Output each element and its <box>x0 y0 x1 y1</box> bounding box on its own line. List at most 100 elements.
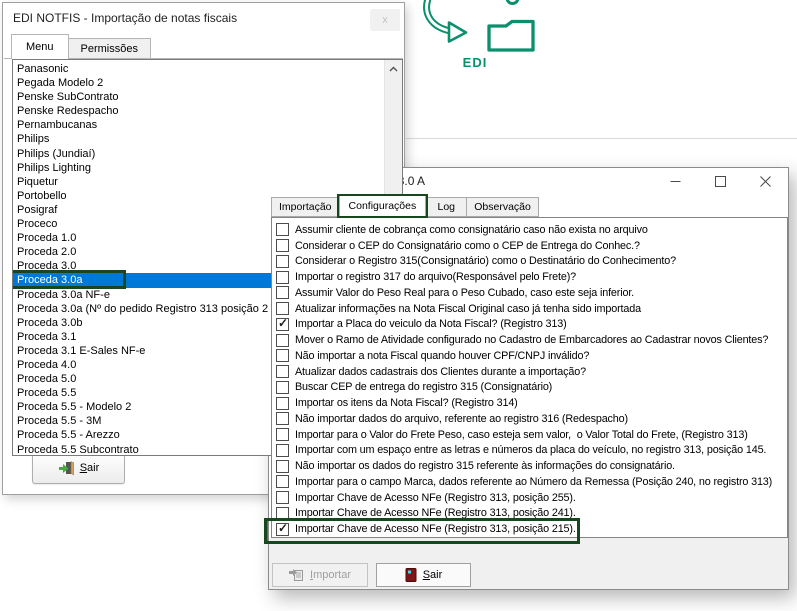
checkbox-label: Importar para o campo Marca, dados refer… <box>295 475 773 488</box>
list-item-label: Panasonic <box>17 63 69 75</box>
minimize-button[interactable] <box>653 168 698 195</box>
background-divider-line <box>406 138 797 139</box>
checkbox[interactable] <box>276 254 289 268</box>
exit-door-red-icon <box>405 568 417 582</box>
list-item[interactable]: Panasonic <box>13 62 385 76</box>
list-item-label: Pernambucanas <box>17 119 98 132</box>
checkbox[interactable] <box>276 491 289 505</box>
list-item[interactable]: Piquetur <box>13 175 385 189</box>
importar-button[interactable]: Importar <box>272 563 368 587</box>
maximize-button[interactable] <box>698 168 743 195</box>
checkbox[interactable] <box>276 223 289 237</box>
list-item-label: Proceda 3.1 <box>17 330 77 343</box>
close-button[interactable] <box>743 168 788 195</box>
checkbox-row: Não importar dados do arquivo, referente… <box>276 411 787 427</box>
list-item[interactable]: Pegada Modelo 2 <box>13 76 385 90</box>
checkbox-label: Importar a Placa do veiculo da Nota Fisc… <box>295 318 567 331</box>
checkbox-label: Importar Chave de Acesso NFe (Registro 3… <box>295 507 576 520</box>
checkbox-label: Importar com um espaço entre as letras e… <box>295 444 767 457</box>
list-item-label: Proceda 5.5 - Modelo 2 <box>17 401 132 414</box>
list-item-label: Proceda 1.0 <box>17 232 77 245</box>
window1-exit-label: Sair <box>79 462 100 474</box>
checkbox[interactable] <box>276 349 289 363</box>
list-item-label: Proceda 5.5 Subcontrato <box>17 443 139 456</box>
checkbox[interactable] <box>276 333 289 347</box>
window2-sair-button[interactable]: Sair <box>376 563 471 587</box>
edi-label: EDI <box>462 55 488 70</box>
checkbox[interactable] <box>276 365 289 379</box>
checkbox-row: Importar o registro 317 do arquivo(Respo… <box>276 269 787 285</box>
list-item-label: Proceda 5.5 - 3M <box>17 415 102 428</box>
scrollbar-up-icon[interactable] <box>385 60 402 77</box>
list-item-label: Proceda 3.0a NF-e <box>17 288 110 301</box>
list-item[interactable]: Philips <box>13 132 385 146</box>
tab-permissoes[interactable]: Permissões <box>67 38 151 59</box>
checkbox[interactable] <box>276 521 289 536</box>
window1-close-button[interactable]: x <box>370 9 400 31</box>
checkbox-label: Importar Chave de Acesso NFe (Registro 3… <box>295 491 576 504</box>
list-item-label: Penske Redespacho <box>17 105 119 118</box>
window2-button-bar: Importar Sair <box>269 538 788 589</box>
window2-tabs: Importação Configurações Log Observação <box>271 194 539 218</box>
import-document-icon <box>289 569 304 581</box>
checkbox-label: Importar Chave de Acesso NFe (Registro 3… <box>295 523 576 536</box>
checkbox[interactable] <box>276 270 289 284</box>
checkbox[interactable] <box>276 506 289 520</box>
checkbox-row: Importar os itens da Nota Fiscal? (Regis… <box>276 395 787 411</box>
list-item[interactable]: Penske SubContrato <box>13 90 385 104</box>
checkbox-label: Importar para o Valor do Frete Peso, cas… <box>295 428 748 441</box>
checkbox-row: Não importar a nota Fiscal quando houver… <box>276 348 787 364</box>
list-item-label: Proceda 5.5 - Arezzo <box>17 429 120 442</box>
checkbox-row: Importar Chave de Acesso NFe (Registro 3… <box>264 518 787 545</box>
list-item[interactable]: Penske Redespacho <box>13 104 385 118</box>
tab-importacao[interactable]: Importação <box>271 197 340 217</box>
checkbox-label: Importar os itens da Nota Fiscal? (Regis… <box>295 397 518 410</box>
tab-observacao[interactable]: Observação <box>466 197 539 217</box>
window1-titlebar[interactable]: EDI NOTFIS - Importação de notas fiscais <box>3 3 404 32</box>
list-item-label: Pegada Modelo 2 <box>17 77 104 90</box>
tab-log[interactable]: Log <box>425 197 468 217</box>
list-item-label: Proceda 3.1 E-Sales NF-e <box>17 344 146 357</box>
checkbox[interactable] <box>276 428 289 442</box>
list-item[interactable]: Philips (Jundiaí) <box>13 147 385 161</box>
list-item-label: Philips Lighting <box>17 161 91 174</box>
checkbox-row: Atualizar dados cadastrais dos Clientes … <box>276 364 787 380</box>
checkbox[interactable] <box>276 443 289 457</box>
checkbox-label: Buscar CEP de entrega do registro 315 (C… <box>295 381 553 394</box>
tab-configuracoes[interactable]: Configurações <box>336 194 429 218</box>
list-item[interactable]: Philips Lighting <box>13 161 385 175</box>
checkbox-row: Assumir Valor do Peso Real para o Peso C… <box>276 285 787 301</box>
checkbox[interactable] <box>276 396 289 410</box>
list-item[interactable]: Pernambucanas <box>13 118 385 132</box>
list-item-label: Proceda 3.0a (Nº do pedido Registro 313 … <box>17 302 269 315</box>
checkbox-row: Atualizar informações na Nota Fiscal Ori… <box>276 301 787 317</box>
checkbox-row: Considerar o CEP do Consignatário como o… <box>276 238 787 254</box>
checkbox[interactable] <box>276 412 289 426</box>
list-item-label: Philips (Jundiaí) <box>17 147 96 160</box>
checkbox-label: Considerar o CEP do Consignatário como o… <box>295 239 640 252</box>
list-item-label: Proceda 3.0 <box>17 260 77 273</box>
checkbox[interactable] <box>276 302 289 316</box>
checkbox[interactable] <box>276 459 289 473</box>
list-item-label: Proceda 3.0a <box>17 274 83 287</box>
checkbox-label: Atualizar dados cadastrais dos Clientes … <box>295 365 586 378</box>
checkbox-label: Não importar os dados do registro 315 re… <box>295 460 675 473</box>
checkbox-row: Importar para o Valor do Frete Peso, cas… <box>276 427 787 443</box>
checkbox-row: Não importar os dados do registro 315 re… <box>276 458 787 474</box>
list-item-label: Proceda 3.0b <box>17 316 83 329</box>
list-item-label: Piquetur <box>17 175 58 188</box>
window1-sair-button[interactable]: Sair <box>32 452 125 484</box>
checkbox[interactable] <box>276 475 289 489</box>
window2-exit-label: Sair <box>422 569 443 581</box>
checkbox-label: Considerar o Registro 315(Consignatário)… <box>295 255 676 268</box>
checkbox-row: Importar para o campo Marca, dados refer… <box>276 474 787 490</box>
list-item-label: Proceco <box>17 218 58 231</box>
checkbox[interactable] <box>276 380 289 394</box>
exit-door-icon <box>58 461 74 476</box>
list-item-label: Posigraf <box>17 203 58 216</box>
checkbox-row: Buscar CEP de entrega do registro 315 (C… <box>276 380 787 396</box>
tab-menu[interactable]: Menu <box>11 34 69 59</box>
checkbox[interactable] <box>276 239 289 253</box>
checkbox[interactable] <box>276 316 289 331</box>
checkbox[interactable] <box>276 286 289 300</box>
